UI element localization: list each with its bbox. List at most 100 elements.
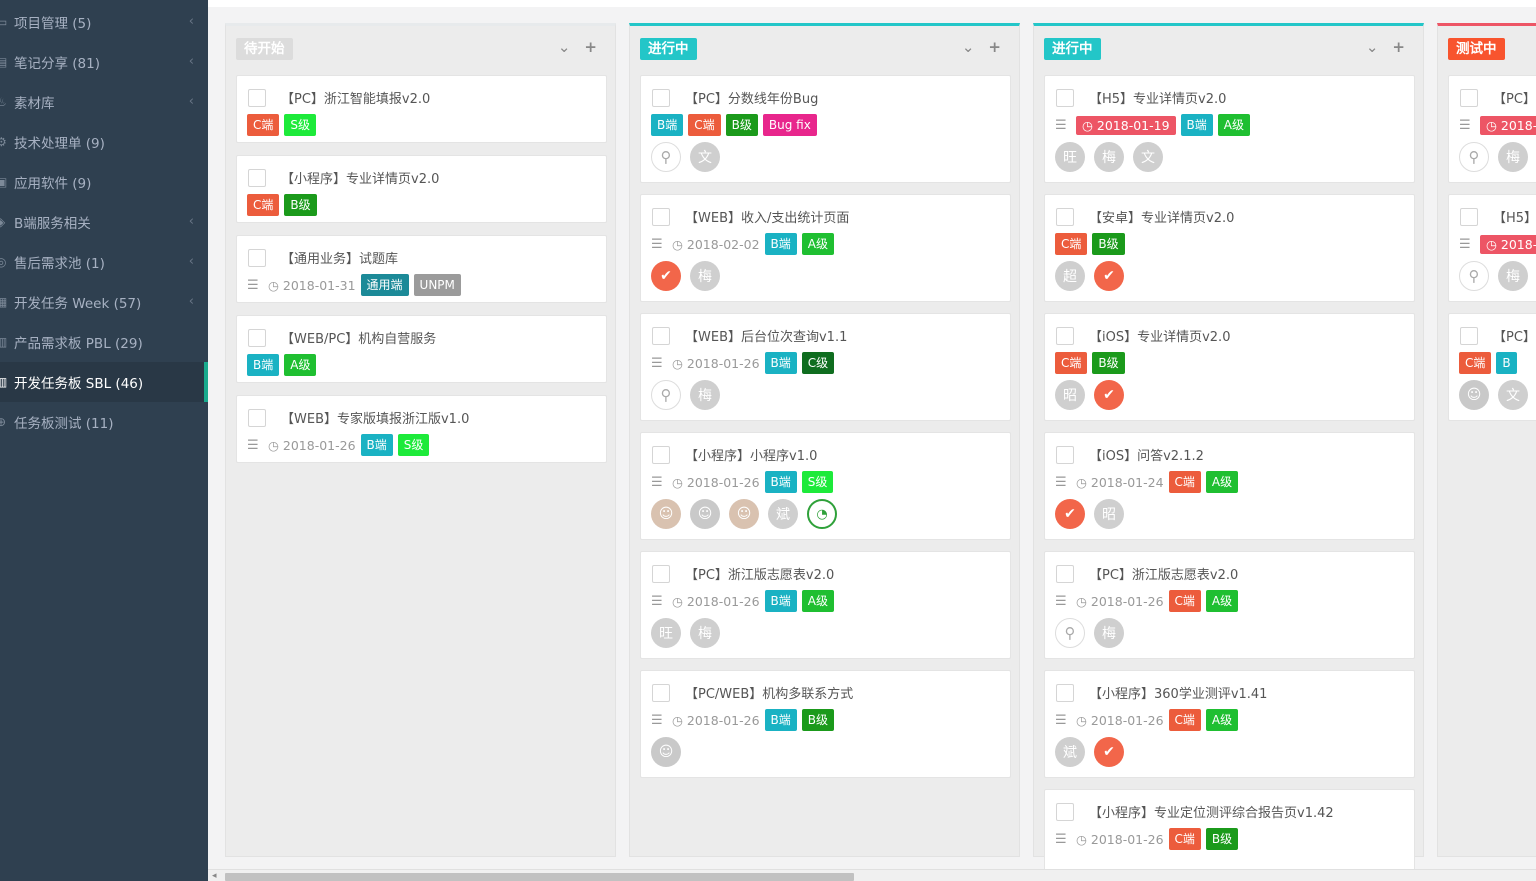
card-checkbox[interactable] [1056, 803, 1074, 821]
sidebar-item[interactable]: ◎ 售后需求池 (1) ‹ [0, 242, 208, 282]
task-card[interactable]: 【PC】防☰◷ 2018-0⚲梅 [1448, 75, 1536, 183]
card-checkbox[interactable] [652, 446, 670, 464]
card-title[interactable]: 【小程序】360学业测评v1.41 [1089, 683, 1267, 702]
card-title[interactable]: 【PC】浙江智能填报v2.0 [281, 88, 430, 107]
user-avatar[interactable]: 梅 [1498, 142, 1528, 172]
collapse-chevron-icon[interactable]: ⌄ [558, 38, 571, 56]
user-avatar[interactable]: ⚲ [1055, 618, 1085, 648]
scroll-left-arrow-icon[interactable]: ◂ [212, 871, 217, 881]
checkmark-avatar-icon[interactable]: ✔ [1094, 737, 1124, 767]
user-avatar[interactable]: 文 [690, 142, 720, 172]
card-title[interactable]: 【H5】专业详情页v2.0 [1089, 88, 1226, 107]
card-checkbox[interactable] [1056, 327, 1074, 345]
user-avatar[interactable]: 梅 [1498, 261, 1528, 291]
scrollbar-thumb[interactable] [225, 873, 854, 881]
user-avatar[interactable]: 昭 [1055, 380, 1085, 410]
sidebar-item[interactable]: ⊕ 任务板测试 (11) [0, 402, 208, 442]
user-avatar[interactable]: 文 [1498, 380, 1528, 410]
user-avatar[interactable]: 梅 [690, 618, 720, 648]
task-card[interactable]: 【小程序】360学业测评v1.41 ☰ ◷ 2018-01-26 C端 A级斌 ✔ [1044, 670, 1415, 778]
task-card[interactable]: 【iOS】专业详情页v2.0 C端 B级昭 ✔ [1044, 313, 1415, 421]
user-avatar[interactable]: 超 [1055, 261, 1085, 291]
card-checkbox[interactable] [652, 327, 670, 345]
task-card[interactable]: 【PC】浙江版志愿表v2.0 ☰ ◷ 2018-01-26 B端 A级旺梅 [640, 551, 1011, 659]
horizontal-scrollbar[interactable]: ◂ [208, 869, 1536, 881]
card-checkbox[interactable] [1460, 208, 1478, 226]
card-title[interactable]: 【PC】分数线年份Bug [685, 88, 818, 107]
sidebar-item[interactable]: ♨ 素材库 ‹ [0, 82, 208, 122]
card-checkbox[interactable] [1460, 89, 1478, 107]
sidebar-item[interactable]: ▥ 开发任务板 SBL (46) [0, 362, 208, 402]
user-avatar[interactable]: ☺ [690, 499, 720, 529]
card-title[interactable]: 【安卓】专业详情页v2.0 [1089, 207, 1234, 226]
user-avatar[interactable]: ☺ [651, 499, 681, 529]
task-card[interactable]: 【PC】分数线年份Bug B端 C端 B级 Bug fix ⚲ 文 [640, 75, 1011, 183]
card-title[interactable]: 【iOS】问答v2.1.2 [1089, 445, 1204, 464]
card-title[interactable]: 【PC/WEB】机构多联系方式 [685, 683, 853, 702]
task-card[interactable]: 【小程序】小程序v1.0 ☰ ◷ 2018-01-26 B端 S级 ☺ ☺ ☺ 斌 ◔ [640, 432, 1011, 540]
user-avatar[interactable]: 旺 [1055, 142, 1085, 172]
user-avatar[interactable]: 旺 [651, 618, 681, 648]
user-avatar[interactable]: 梅 [690, 380, 720, 410]
task-card[interactable]: 【通用业务】试题库 ☰ ◷ 2018-01-31 通用端 UNPM [236, 235, 607, 303]
task-card[interactable]: 【H5】专☰◷ 2018-01-1⚲梅 [1448, 194, 1536, 302]
card-title[interactable]: 【H5】专 [1493, 207, 1536, 226]
user-avatar[interactable]: ⚲ [651, 142, 681, 172]
task-card[interactable]: 【安卓】专业详情页v2.0 C端 B级超 ✔ [1044, 194, 1415, 302]
sidebar-item[interactable]: ▦ 开发任务 Week (57) ‹ [0, 282, 208, 322]
task-card[interactable]: 【PC】浙江版志愿表v2.0 ☰ ◷ 2018-01-26 C端 A级 ⚲ 梅 [1044, 551, 1415, 659]
add-card-icon[interactable]: + [584, 38, 597, 56]
card-checkbox[interactable] [1056, 684, 1074, 702]
user-avatar[interactable]: ⚲ [1459, 142, 1489, 172]
card-title[interactable]: 【WEB/PC】机构自营服务 [281, 328, 436, 347]
user-avatar[interactable]: 昭 [1094, 499, 1124, 529]
card-title[interactable]: 【PC】浙江版志愿表v2.0 [685, 564, 834, 583]
card-title[interactable]: 【WEB】后台位次查询v1.1 [685, 326, 847, 345]
card-checkbox[interactable] [248, 249, 266, 267]
task-card[interactable]: 【WEB】后台位次查询v1.1 ☰ ◷ 2018-01-26 B端 C级 ⚲ 梅 [640, 313, 1011, 421]
sidebar-item[interactable]: ◈ B端服务相关 ‹ [0, 202, 208, 242]
user-avatar[interactable]: 梅 [1094, 142, 1124, 172]
card-title[interactable]: 【小程序】专业详情页v2.0 [281, 168, 439, 187]
user-avatar[interactable]: 斌 [1055, 737, 1085, 767]
card-title[interactable]: 【PC】浙江版志愿表v2.0 [1089, 564, 1238, 583]
card-title[interactable]: 【WEB】收入/支出统计页面 [685, 207, 849, 226]
checkmark-avatar-icon[interactable]: ✔ [651, 261, 681, 291]
user-avatar[interactable]: 斌 [768, 499, 798, 529]
user-avatar[interactable]: ☺ [729, 499, 759, 529]
card-checkbox[interactable] [248, 409, 266, 427]
checkmark-avatar-icon[interactable]: ✔ [1055, 499, 1085, 529]
user-avatar[interactable]: 梅 [690, 261, 720, 291]
task-card[interactable]: 【WEB】收入/支出统计页面 ☰ ◷ 2018-02-02 B端 A级 ✔ 梅 [640, 194, 1011, 302]
task-card[interactable]: 【WEB/PC】机构自营服务 B端 A级 [236, 315, 607, 383]
checkmark-avatar-icon[interactable]: ✔ [1094, 380, 1124, 410]
card-checkbox[interactable] [652, 565, 670, 583]
user-avatar[interactable]: 梅 [1094, 618, 1124, 648]
user-avatar[interactable]: 文 [1133, 142, 1163, 172]
card-checkbox[interactable] [1056, 446, 1074, 464]
user-avatar[interactable]: ⚲ [1459, 261, 1489, 291]
task-card[interactable]: 【PC】浙江智能填报v2.0 C端 S级 [236, 75, 607, 143]
sidebar-item[interactable]: ▣ 应用软件 (9) [0, 162, 208, 202]
task-card[interactable]: 【WEB】专家版填报浙江版v1.0 ☰ ◷ 2018-01-26 B端 S级 [236, 395, 607, 463]
add-card-icon[interactable]: + [988, 38, 1001, 56]
collapse-chevron-icon[interactable]: ⌄ [1366, 38, 1379, 56]
task-card[interactable]: 【小程序】专业定位测评综合报告页v1.42 ☰ ◷ 2018-01-26 C端 B级 [1044, 789, 1415, 881]
card-checkbox[interactable] [652, 89, 670, 107]
checkmark-avatar-icon[interactable]: ✔ [1094, 261, 1124, 291]
card-checkbox[interactable] [652, 208, 670, 226]
add-card-icon[interactable]: + [1392, 38, 1405, 56]
user-avatar[interactable]: ☺ [1459, 380, 1489, 410]
user-avatar[interactable]: ☺ [651, 737, 681, 767]
rabbit-avatar-icon[interactable]: ◔ [807, 499, 837, 529]
user-avatar[interactable]: ⚲ [651, 380, 681, 410]
sidebar-item[interactable]: ▥ 产品需求板 PBL (29) [0, 322, 208, 362]
task-card[interactable]: 【PC】志C端B☺文 [1448, 313, 1536, 421]
collapse-chevron-icon[interactable]: ⌄ [962, 38, 975, 56]
card-title[interactable]: 【PC】志 [1493, 326, 1536, 345]
card-title[interactable]: 【PC】防 [1493, 88, 1536, 107]
sidebar-item[interactable]: ▤ 笔记分享 (81) ‹ [0, 42, 208, 82]
card-checkbox[interactable] [248, 89, 266, 107]
sidebar-item[interactable]: ⚙ 技术处理单 (9) [0, 122, 208, 162]
card-checkbox[interactable] [1056, 565, 1074, 583]
